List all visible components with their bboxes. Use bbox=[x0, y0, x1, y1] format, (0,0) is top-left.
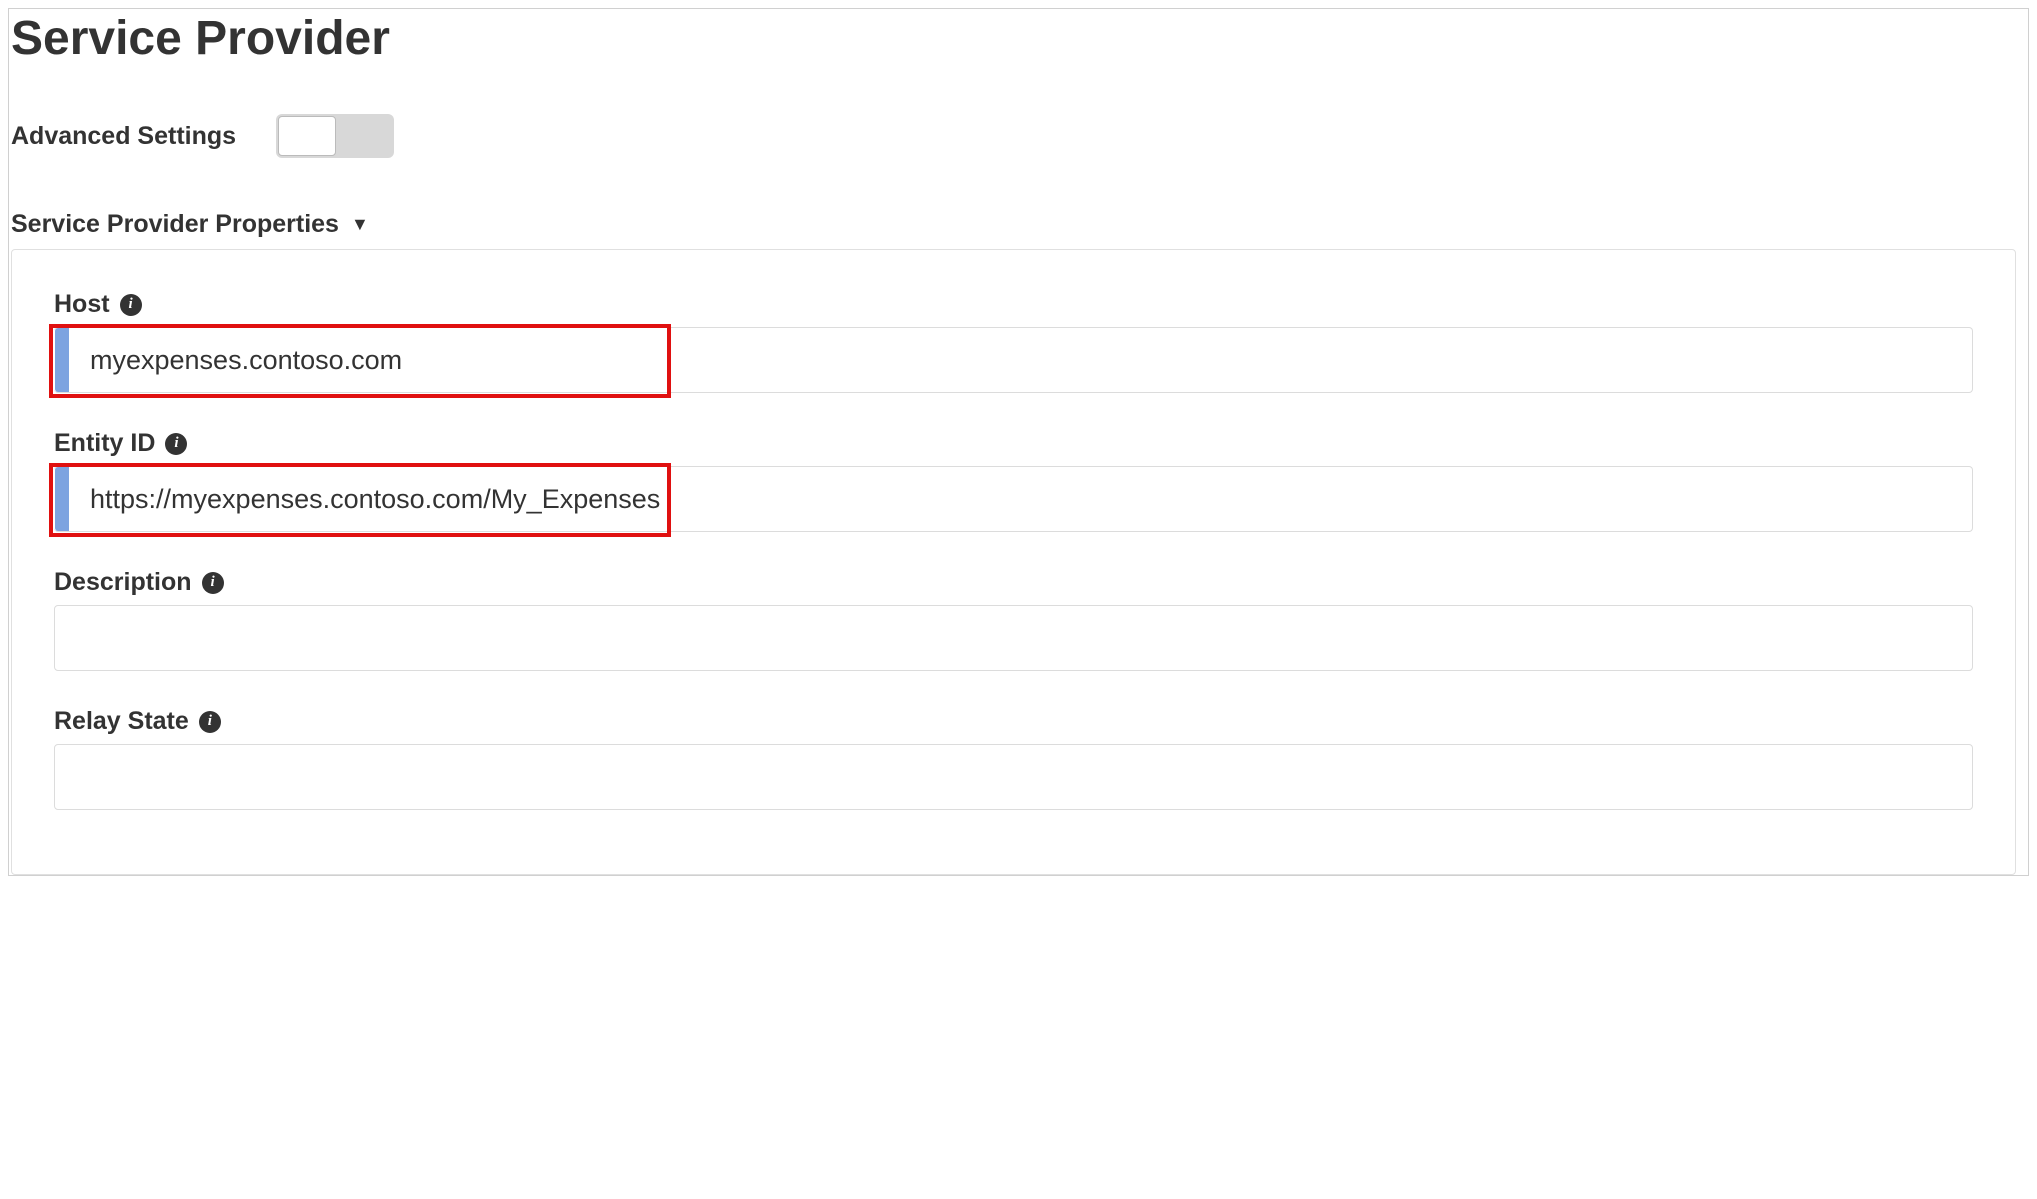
host-label: Host i bbox=[54, 290, 1973, 319]
relay-state-label: Relay State i bbox=[54, 707, 1973, 736]
entity-id-field-group: Entity ID i bbox=[54, 429, 1973, 532]
toggle-thumb bbox=[278, 116, 336, 156]
info-icon[interactable]: i bbox=[120, 294, 142, 316]
page-container: Service Provider Advanced Settings Servi… bbox=[8, 8, 2029, 876]
required-accent-bar bbox=[55, 328, 69, 392]
description-label-text: Description bbox=[54, 568, 192, 597]
page-title: Service Provider bbox=[11, 11, 2016, 66]
caret-down-icon: ▼ bbox=[351, 214, 369, 235]
section-title: Service Provider Properties bbox=[11, 210, 339, 239]
advanced-settings-label: Advanced Settings bbox=[11, 122, 236, 151]
host-field-group: Host i bbox=[54, 290, 1973, 393]
host-input-wrapper bbox=[54, 327, 1973, 393]
description-label: Description i bbox=[54, 568, 1973, 597]
description-field-group: Description i bbox=[54, 568, 1973, 671]
required-accent-bar bbox=[55, 467, 69, 531]
advanced-settings-row: Advanced Settings bbox=[11, 114, 2016, 158]
entity-id-input-wrapper bbox=[54, 466, 1973, 532]
service-provider-properties-header[interactable]: Service Provider Properties ▼ bbox=[11, 210, 2016, 239]
relay-state-field-group: Relay State i bbox=[54, 707, 1973, 810]
advanced-settings-toggle[interactable] bbox=[276, 114, 394, 158]
info-icon[interactable]: i bbox=[202, 572, 224, 594]
description-input-wrapper bbox=[54, 605, 1973, 671]
host-label-text: Host bbox=[54, 290, 110, 319]
entity-id-label: Entity ID i bbox=[54, 429, 1973, 458]
entity-id-label-text: Entity ID bbox=[54, 429, 155, 458]
relay-state-label-text: Relay State bbox=[54, 707, 189, 736]
description-input[interactable] bbox=[54, 605, 1973, 671]
host-input[interactable] bbox=[54, 327, 1973, 393]
info-icon[interactable]: i bbox=[199, 711, 221, 733]
relay-state-input[interactable] bbox=[54, 744, 1973, 810]
info-icon[interactable]: i bbox=[165, 433, 187, 455]
properties-panel: Host i Entity ID i Description bbox=[11, 249, 2016, 875]
relay-state-input-wrapper bbox=[54, 744, 1973, 810]
entity-id-input[interactable] bbox=[54, 466, 1973, 532]
